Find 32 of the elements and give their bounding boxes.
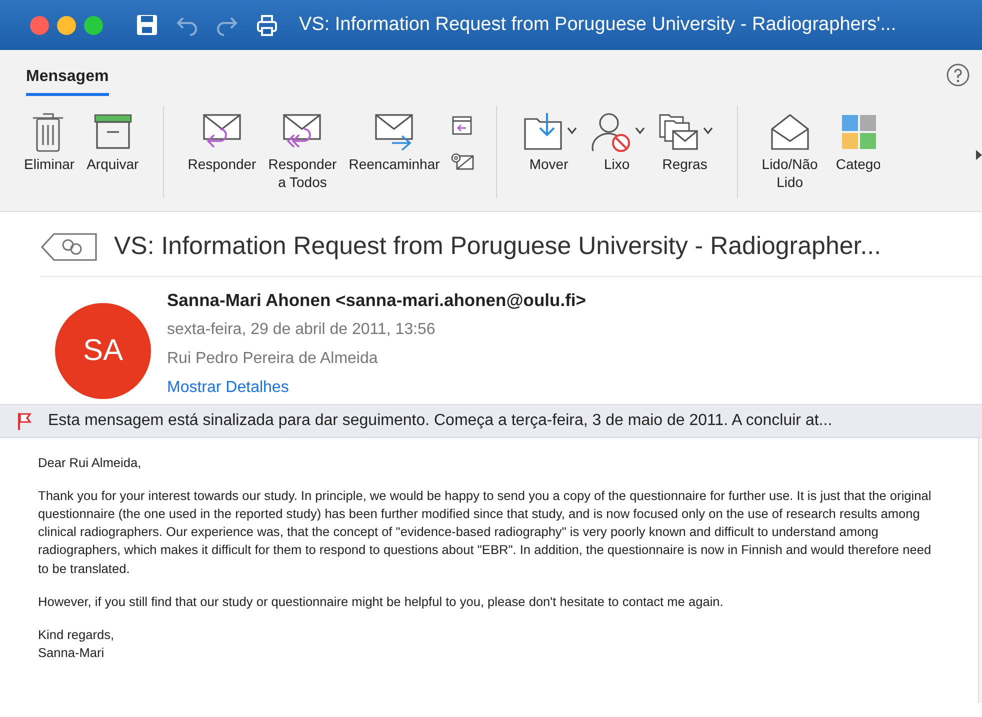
printer-icon[interactable] [255,13,279,37]
ribbon-button[interactable]: Eliminar [22,106,77,198]
zoom-button[interactable] [84,16,103,34]
window-title: VS: Information Request from Poruguese University - Radiographers'... [299,12,896,37]
ribbon-tab[interactable]: Mensagem [26,54,109,96]
ribbon-button[interactable]: Responder [186,106,258,198]
ribbon-button[interactable]: Regras [654,106,715,198]
flag-notice: Esta mensagem está sinalizada para dar seguimento. Começa a terça-feira, 3 de maio de 2011. A concluir at... [48,410,832,431]
ribbon-button[interactable]: Lido/Não Lido [760,106,820,198]
body-paragraph: However, if you still find that our study or questionnaire might be helpful to you, please don't hesitate to contact me again. [38,592,724,611]
help-icon [946,63,970,87]
ribbon-button[interactable]: Lixo [586,106,647,198]
sender-name: Sanna-Mari Ahonen <sanna-mari.ahonen@oulu.fi> [167,288,586,312]
ribbon-button[interactable]: Reencaminhar [346,106,442,198]
ribbon-button[interactable]: Responder a Todos [266,106,339,198]
save-icon[interactable] [135,13,159,37]
flag-icon [16,410,32,431]
tag-icon [40,232,98,262]
minimize-button[interactable] [57,16,76,34]
calendar-reply-icon[interactable] [450,114,474,136]
scroll-right-icon [976,150,982,160]
ribbon-button[interactable]: Arquivar [84,106,141,198]
body-paragraph: Dear Rui Almeida, [38,454,142,472]
close-button[interactable] [30,16,49,34]
message-date: sexta-feira, 29 de abril de 2011, 13:56 [167,320,436,340]
recipient-name: Rui Pedro Pereira de Almeida [167,348,379,369]
body-paragraph: Thank you for your interest towards our study. In principle, we would be happy to send you a copy of the questionnaire for further use. It is just that the original questionnaire (the one used in the reported study) has been further modified since that study, and is now focused only on the use of research results among clinical radiographers. Our experience was, that the concept of "evidence-based radiography" is very poorly known and difficult to understand among radiographers, which makes it difficult for them to respond to questions about "EBR". In addition, the questionnaire is now in Finnish and would therefore need to be translated. [38,486,932,578]
ribbon-button[interactable]: Mover [518,106,579,198]
body-paragraph: Kind regards, Sanna-Mari [38,626,116,662]
message-subject: VS: Information Request from Poruguese University - Radiographer... [114,231,882,262]
sender-avatar: SA [55,302,151,398]
show-details-link[interactable]: Mostrar Detalhes [167,376,586,400]
